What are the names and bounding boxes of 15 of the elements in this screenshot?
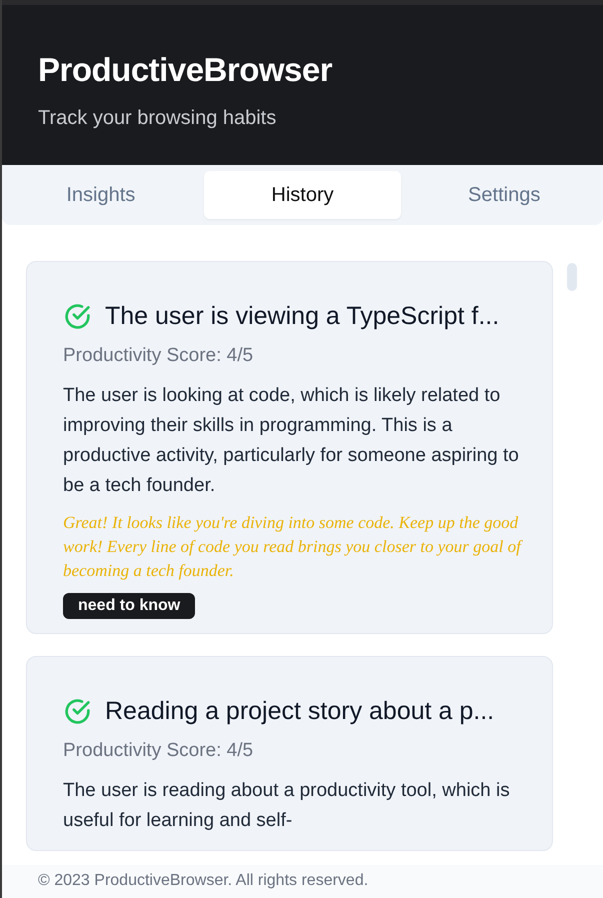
productivity-score: Productivity Score: 4/5: [63, 740, 254, 762]
tag-label: need to know: [63, 593, 196, 619]
entry-summary: The user is looking at code, which is likely related to improving their skills in programming. This is a productive activity, particularly for someone aspiring to be a tech founder.: [63, 384, 520, 498]
entry-title: Reading a project story about a p...: [105, 697, 494, 726]
productivity-score: Productivity Score: 4/5: [63, 345, 254, 367]
encouragement-text: Great! It looks like you're diving into some code. Keep up the good work! Every line of code you read brings you closer to your goal of becoming a tech founder.: [63, 512, 524, 582]
tab[interactable]: Insights: [2, 171, 200, 219]
tab[interactable]: History: [204, 171, 402, 219]
entry-summary: The user is reading about a productivity tool, which is useful for learning and self-: [63, 779, 511, 833]
app-subtitle: Track your browsing habits: [38, 107, 278, 130]
tab[interactable]: Settings: [405, 171, 603, 219]
entry-title: The user is viewing a TypeScript f...: [105, 302, 500, 331]
copyright-text: © 2023 ProductiveBrowser. All rights reserved.: [38, 872, 368, 889]
scrollbar-thumb[interactable]: [567, 263, 577, 291]
app-title: ProductiveBrowser: [38, 51, 334, 89]
